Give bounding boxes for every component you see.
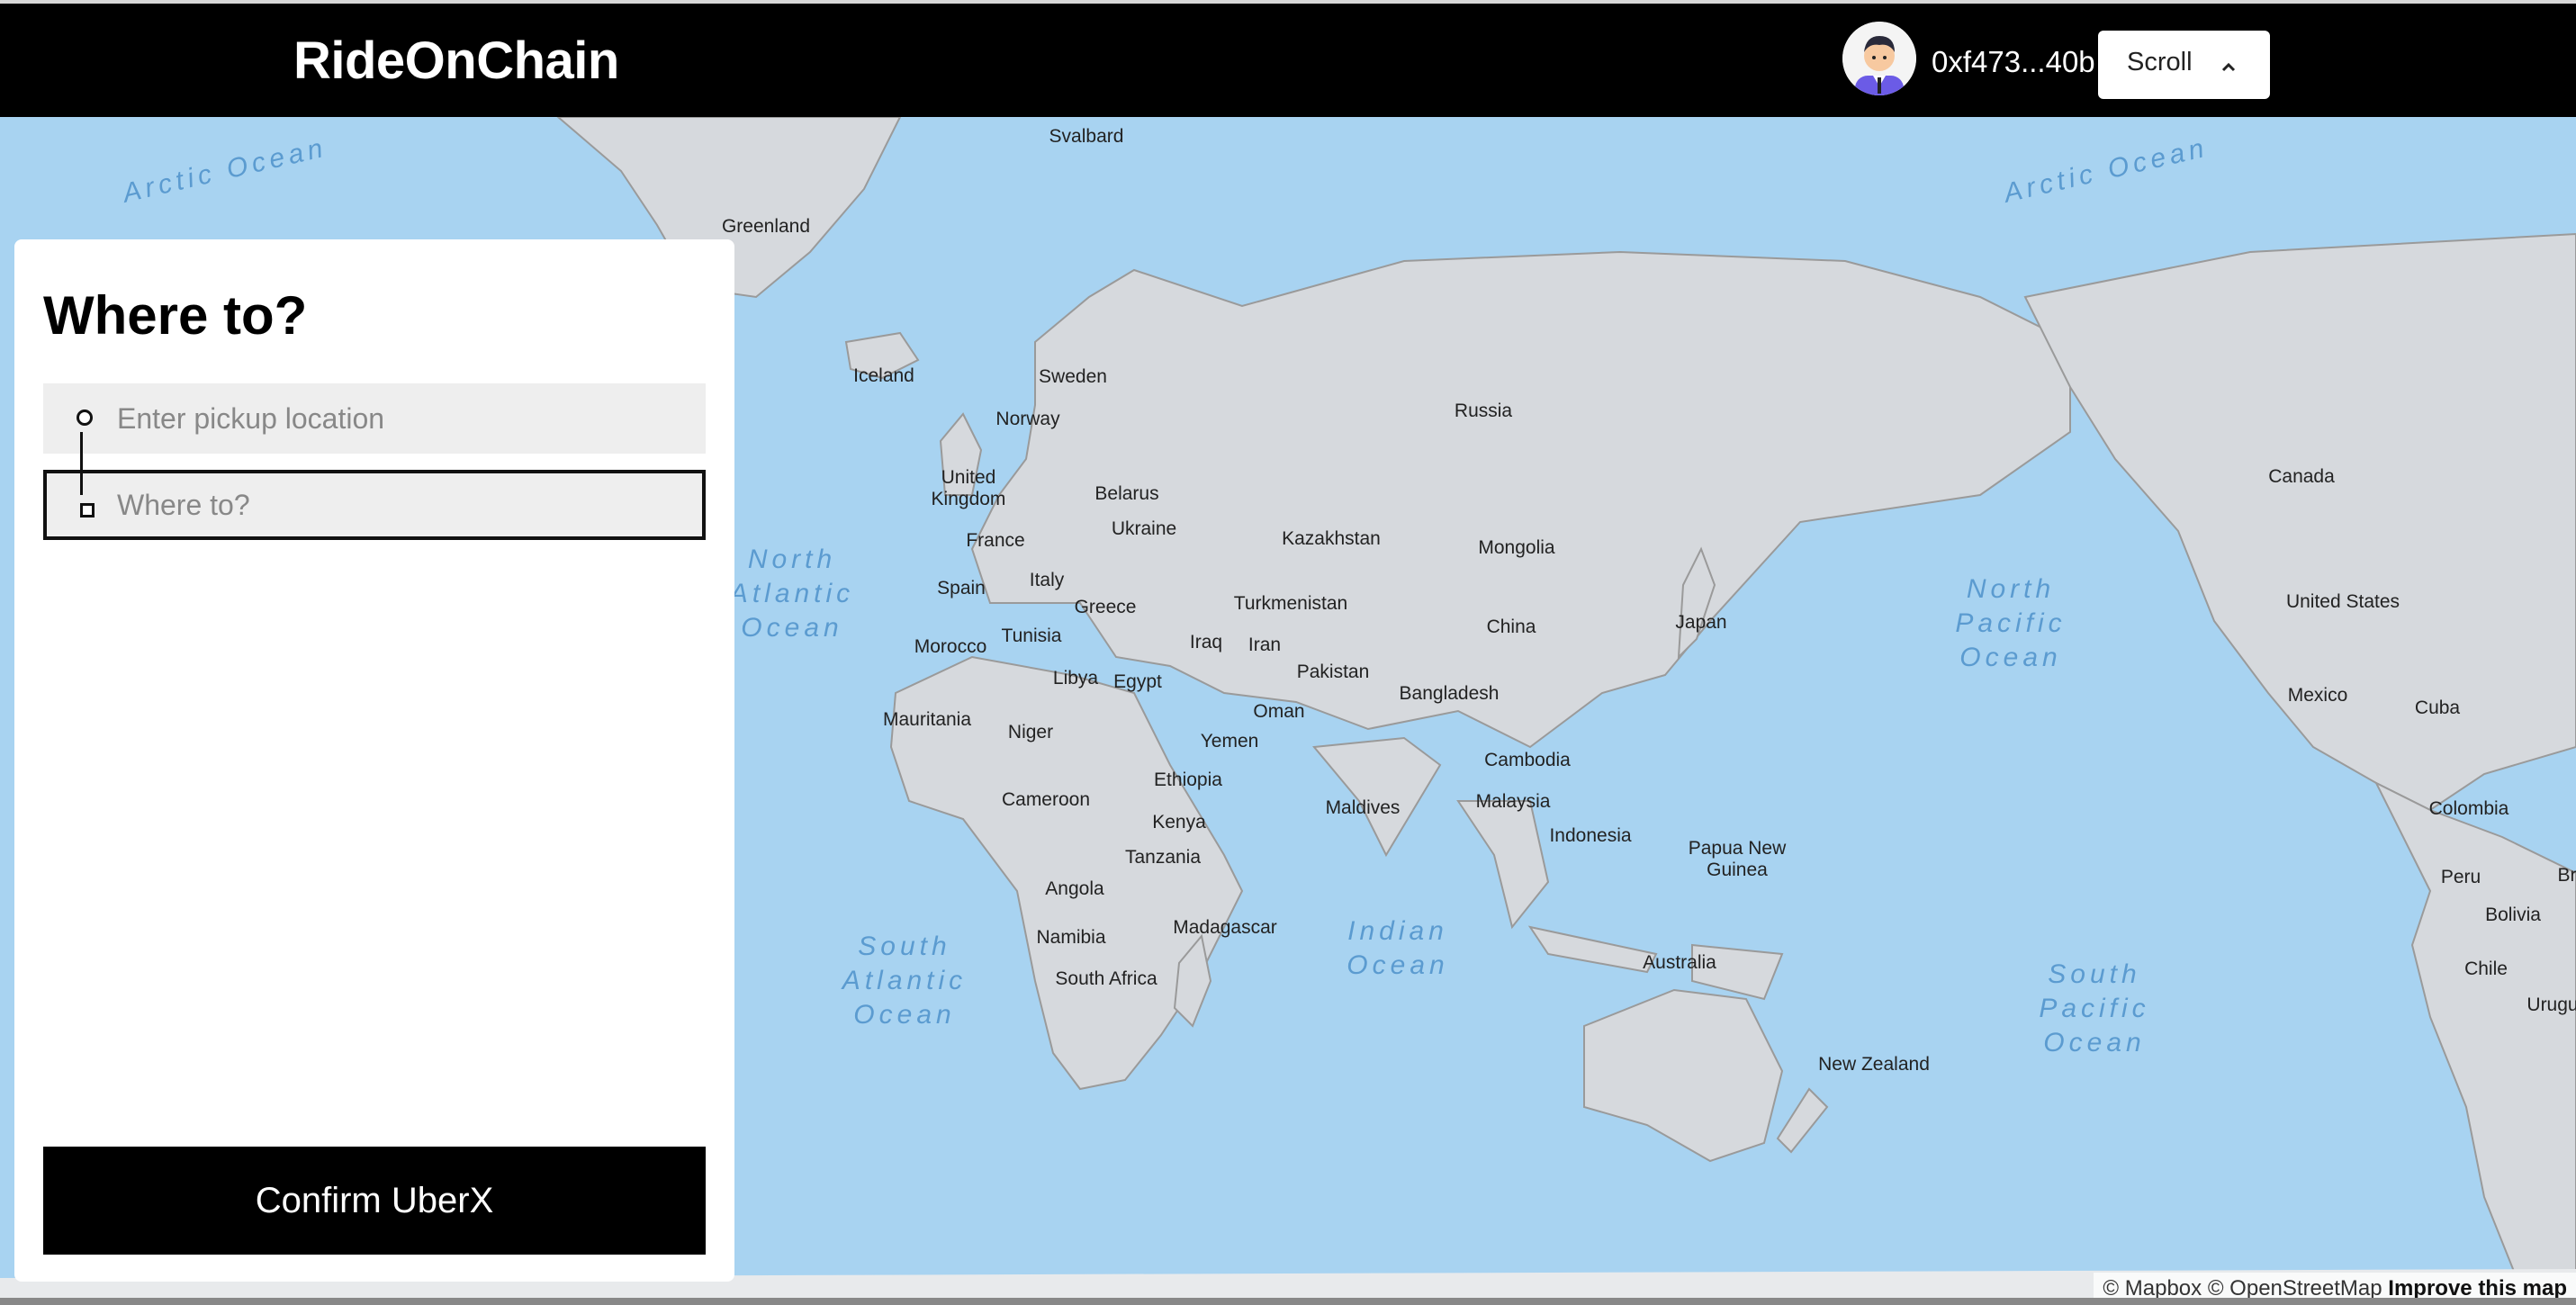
place-label: Urugu <box>2526 994 2576 1015</box>
pickup-field[interactable] <box>43 383 706 454</box>
bottom-edge <box>0 1298 2576 1305</box>
dropoff-square-icon <box>80 503 95 518</box>
place-label: France <box>966 530 1025 551</box>
place-label: Colombia <box>2428 798 2509 819</box>
user-avatar[interactable] <box>1842 22 1916 95</box>
place-label-line: Papua New <box>1688 838 1787 859</box>
brand-logo-text[interactable]: RideOnChain <box>293 31 619 91</box>
place-label: Niger <box>1007 722 1054 742</box>
ocean-label-north-atlantic: North Atlantic Ocean <box>730 543 854 645</box>
confirm-ride-button[interactable]: Confirm UberX <box>43 1147 706 1255</box>
place-label: Br <box>2557 865 2576 886</box>
chevron-up-icon <box>2221 62 2236 72</box>
dropoff-input[interactable] <box>47 473 702 536</box>
ocean-label-line: Ocean <box>741 613 843 643</box>
ocean-label-line: Pacific <box>1955 608 2067 638</box>
ocean-label-line: Pacific <box>2039 994 2150 1023</box>
place-label: Mongolia <box>1478 537 1555 558</box>
place-label: Turkmenistan <box>1233 593 1348 614</box>
place-label: Iraq <box>1189 632 1223 652</box>
place-label: Madagascar <box>1173 917 1277 938</box>
place-label: Canada <box>2268 466 2335 487</box>
avatar-illustration <box>1842 22 1916 95</box>
place-label: Maldives <box>1325 797 1401 818</box>
ocean-label-line: Ocean <box>853 1000 956 1030</box>
ocean-label-line: Ocean <box>1959 643 2062 672</box>
place-label: Australia <box>1643 952 1716 973</box>
place-label: Namibia <box>1036 927 1106 948</box>
ocean-label-line: Indian <box>1347 916 1448 946</box>
place-label: Oman <box>1253 701 1305 722</box>
attribution-text[interactable]: © Mapbox © OpenStreetMap <box>2103 1276 2382 1300</box>
place-label: New Zealand <box>1818 1054 1930 1075</box>
place-label: Greece <box>1074 597 1137 617</box>
place-label: China <box>1486 616 1536 637</box>
ocean-label-south-pacific: South Pacific Ocean <box>2039 958 2149 1060</box>
network-selector-button[interactable]: Scroll <box>2098 31 2270 99</box>
place-label: Tanzania <box>1124 847 1202 868</box>
ocean-label-line: Atlantic <box>729 579 855 608</box>
booking-panel: Where to? Confirm UberX <box>14 239 734 1282</box>
wallet-address: 0xf473...40b <box>1932 45 2095 78</box>
top-navbar: RideOnChain 0xf473...40b Scroll <box>0 0 2576 117</box>
place-label: Sweden <box>1039 366 1107 387</box>
place-label: Cuba <box>2414 698 2461 718</box>
place-label: Ethiopia <box>1154 770 1222 790</box>
dropoff-field[interactable] <box>43 470 706 540</box>
place-label: United States <box>2285 591 2400 612</box>
improve-map-link[interactable]: Improve this map <box>2388 1276 2567 1300</box>
place-label: Tunisia <box>1001 626 1062 646</box>
place-label: Svalbard <box>1049 126 1124 147</box>
pickup-dot-icon <box>77 410 93 426</box>
place-label: Cameroon <box>1001 789 1091 810</box>
place-label-line: Guinea <box>1707 860 1768 880</box>
place-label: Iran <box>1247 634 1282 655</box>
place-label: Norway <box>995 409 1060 429</box>
ocean-label-north-pacific: North Pacific Ocean <box>1955 572 2066 675</box>
ocean-label-line: South <box>2048 959 2141 989</box>
place-label: Egypt <box>1113 671 1162 692</box>
place-label: Mexico <box>2287 685 2348 706</box>
network-selector-label: Scroll <box>2127 48 2193 76</box>
place-label: Kenya <box>1152 812 1206 832</box>
ocean-label-line: Ocean <box>2043 1028 2146 1058</box>
place-label: South Africa <box>1055 968 1157 989</box>
place-label: Belarus <box>1094 483 1159 504</box>
place-label: Bangladesh <box>1399 683 1500 704</box>
place-label: Bolivia <box>2485 904 2541 925</box>
place-label: Russia <box>1454 400 1513 421</box>
place-label: Chile <box>2464 958 2508 979</box>
place-label: Peru <box>2440 867 2481 887</box>
place-label: Ukraine <box>1111 518 1177 539</box>
ocean-label-indian: Indian Ocean <box>1347 914 1448 983</box>
place-label: Cambodia <box>1484 750 1571 770</box>
place-label: Mauritania <box>882 709 972 730</box>
place-label: Japan <box>1675 612 1727 633</box>
place-label: Iceland <box>853 365 914 386</box>
place-label: Italy <box>1029 570 1065 590</box>
place-label: Libya <box>1052 668 1099 688</box>
ocean-label-line: South <box>858 932 951 961</box>
place-label: Papua New Guinea <box>1689 838 1787 881</box>
place-label: Yemen <box>1200 731 1259 752</box>
place-label: Greenland <box>721 216 811 237</box>
place-label: Spain <box>937 578 986 598</box>
place-label: Angola <box>1045 878 1104 899</box>
place-label: United Kingdom <box>931 467 1006 509</box>
place-label: Kazakhstan <box>1282 528 1381 549</box>
ocean-label-line: Ocean <box>1347 950 1449 980</box>
ocean-label-line: North <box>747 544 837 574</box>
pickup-input[interactable] <box>43 383 706 454</box>
ocean-label-line: Atlantic <box>842 966 968 995</box>
ocean-label-south-atlantic: South Atlantic Ocean <box>842 930 967 1032</box>
place-label: Pakistan <box>1296 662 1370 682</box>
place-label: Malaysia <box>1475 791 1551 812</box>
place-label: Indonesia <box>1549 825 1632 846</box>
ocean-label-line: North <box>1966 574 2056 604</box>
route-connector-line <box>80 432 83 495</box>
panel-title: Where to? <box>43 285 308 346</box>
place-label: Morocco <box>914 636 987 657</box>
